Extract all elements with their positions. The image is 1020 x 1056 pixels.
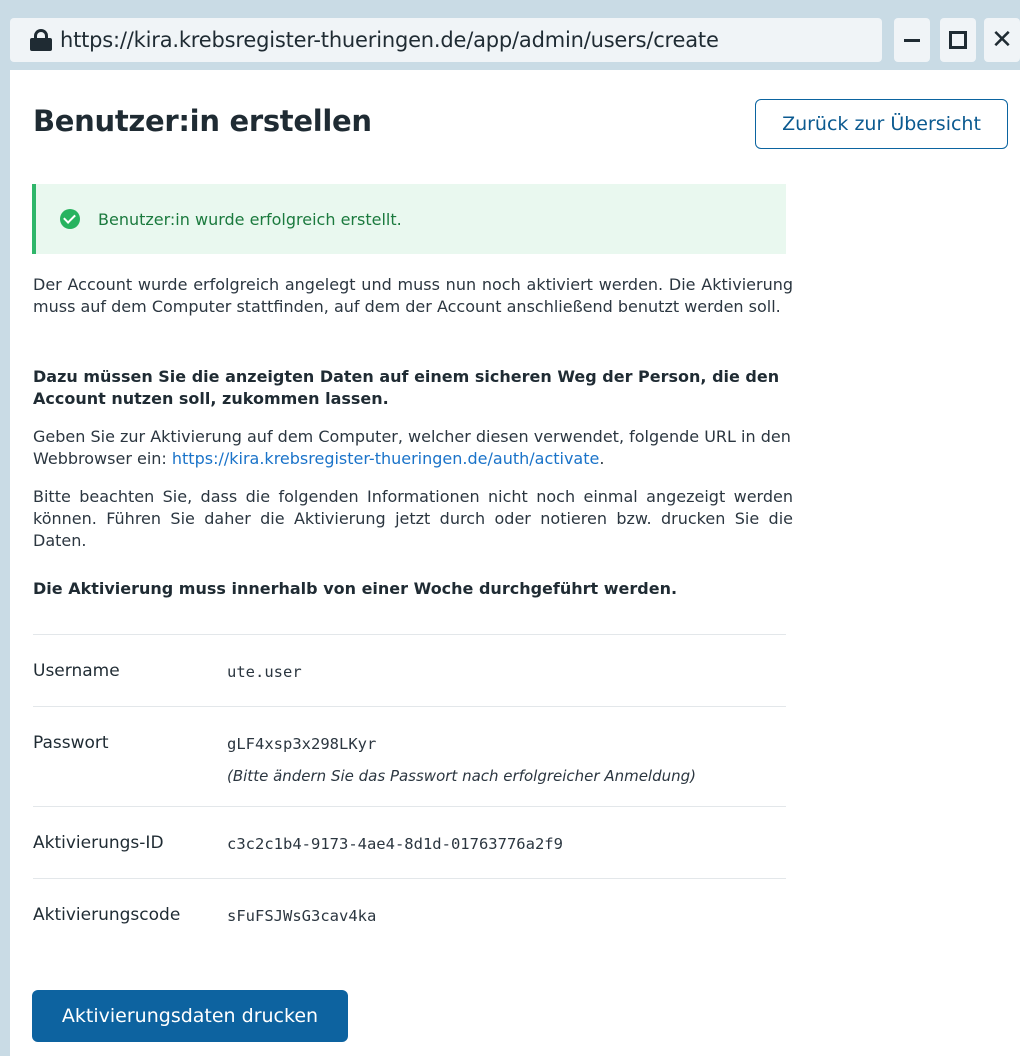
close-icon: ✕ xyxy=(991,25,1013,55)
check-circle-icon xyxy=(60,209,80,229)
activation-id-value: c3c2c1b4-9173-4ae4-8d1d-01763776a2f9 xyxy=(227,835,563,853)
activation-link[interactable]: https://kira.krebsregister-thueringen.de… xyxy=(172,449,599,468)
activation-code-label: Aktivierungscode xyxy=(33,905,181,925)
success-alert: Benutzer:in wurde erfolgreich erstellt. xyxy=(32,184,786,254)
url-instruction-suffix: . xyxy=(599,449,605,468)
password-value: gLF4xsp3x298LKyr xyxy=(227,735,377,753)
activation-code-value: sFuFSJWsG3cav4ka xyxy=(227,907,377,925)
activation-id-label: Aktivierungs-ID xyxy=(33,833,164,853)
maximize-icon xyxy=(949,31,967,49)
detail-row-activation-code: Aktivierungscode sFuFSJWsG3cav4ka xyxy=(33,878,786,950)
info-paragraph-warning: Bitte beachten Sie, dass die folgenden I… xyxy=(33,487,793,550)
lock-icon xyxy=(30,29,52,51)
minimize-icon xyxy=(904,38,920,42)
info-paragraph-secure-transfer: Dazu müssen Sie die anzeigten Daten auf … xyxy=(33,367,780,408)
close-button[interactable]: ✕ xyxy=(984,18,1020,62)
address-bar[interactable]: https://kira.krebsregister-thueringen.de… xyxy=(10,18,882,62)
activation-details-list: Username ute.user Passwort gLF4xsp3x298L… xyxy=(33,634,786,950)
page-title: Benutzer:in erstellen xyxy=(33,104,372,138)
username-label: Username xyxy=(33,661,120,681)
password-note: (Bitte ändern Sie das Passwort nach erfo… xyxy=(227,767,696,785)
username-value: ute.user xyxy=(227,663,302,681)
minimize-button[interactable] xyxy=(894,18,930,62)
info-paragraph-url: Geben Sie zur Aktivierung auf dem Comput… xyxy=(33,426,793,470)
browser-window: https://kira.krebsregister-thueringen.de… xyxy=(0,0,1020,1056)
detail-row-activation-id: Aktivierungs-ID c3c2c1b4-9173-4ae4-8d1d-… xyxy=(33,806,786,878)
maximize-button[interactable] xyxy=(940,18,976,62)
address-url[interactable]: https://kira.krebsregister-thueringen.de… xyxy=(60,28,719,52)
back-to-overview-button[interactable]: Zurück zur Übersicht xyxy=(755,99,1008,149)
detail-row-username: Username ute.user xyxy=(33,634,786,706)
password-label: Passwort xyxy=(33,733,109,753)
info-paragraph-activation: Der Account wurde erfolgreich angelegt u… xyxy=(33,275,793,316)
alert-message: Benutzer:in wurde erfolgreich erstellt. xyxy=(98,209,402,229)
title-bar: https://kira.krebsregister-thueringen.de… xyxy=(10,18,1020,62)
info-paragraph-deadline: Die Aktivierung muss innerhalb von einer… xyxy=(33,579,678,598)
detail-row-password: Passwort gLF4xsp3x298LKyr (Bitte ändern … xyxy=(33,706,786,806)
print-activation-data-button[interactable]: Aktivierungsdaten drucken xyxy=(32,990,348,1042)
page-content: Benutzer:in erstellen Zurück zur Übersic… xyxy=(10,70,1020,1056)
